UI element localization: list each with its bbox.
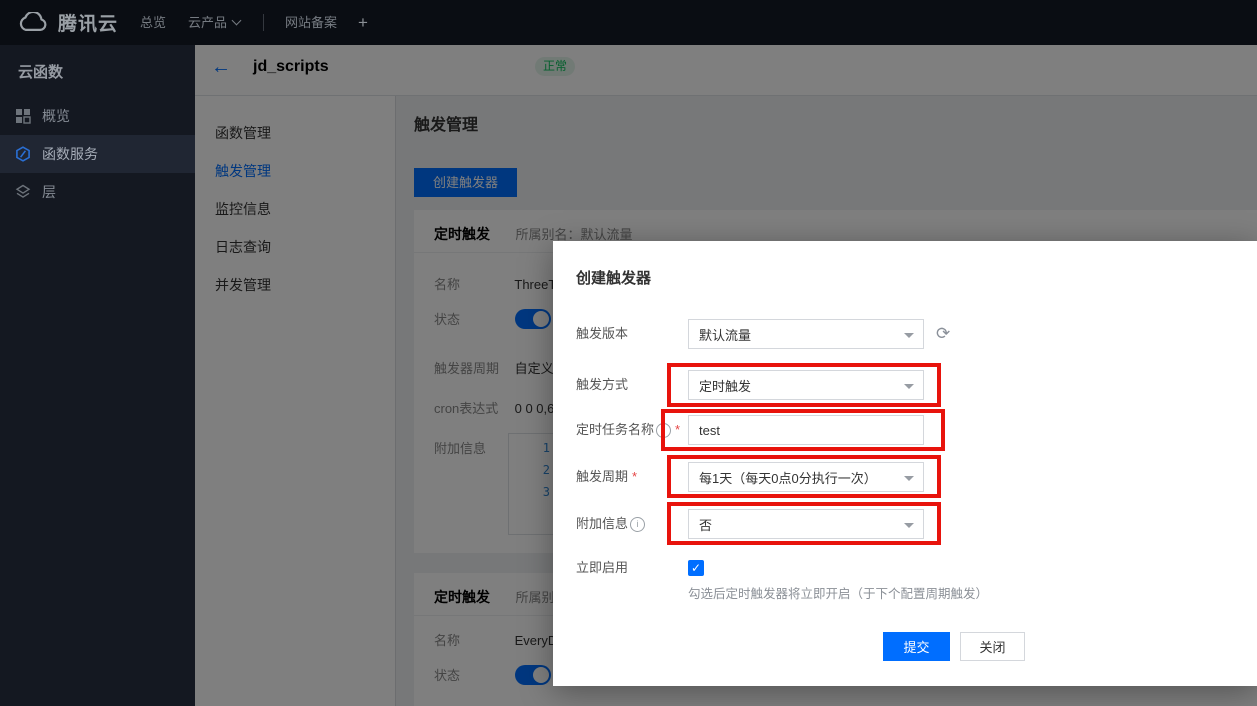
chevron-down-icon bbox=[904, 384, 914, 389]
grid-icon bbox=[15, 108, 31, 124]
info-icon: i bbox=[630, 517, 645, 532]
nav-item-overview[interactable]: 总览 bbox=[140, 0, 166, 45]
trigger-cycle-select[interactable]: 每1天（每天0点0分执行一次） bbox=[688, 462, 924, 492]
sidebar: 云函数 概览 函数服务 层 bbox=[0, 45, 195, 706]
sidebar-item-layers[interactable]: 层 bbox=[0, 173, 195, 211]
enable-hint: 勾选后定时触发器将立即开启（于下个配置周期触发） bbox=[688, 583, 988, 602]
nav-divider bbox=[263, 14, 264, 31]
chevron-down-icon bbox=[904, 333, 914, 338]
app-window: 腾讯云 总览 云产品 网站备案 + 云函数 概览 函数服务 bbox=[0, 0, 1257, 706]
extra-info-select[interactable]: 否 bbox=[688, 509, 924, 539]
required-asterisk: * bbox=[632, 469, 637, 484]
tencent-cloud-logo[interactable]: 腾讯云 bbox=[16, 0, 118, 45]
function-icon bbox=[15, 146, 31, 162]
nav-item-cloud-products[interactable]: 云产品 bbox=[188, 0, 240, 45]
sidebar-item-function-service[interactable]: 函数服务 bbox=[0, 135, 195, 173]
top-navigation-bar: 腾讯云 总览 云产品 网站备案 + bbox=[0, 0, 1257, 45]
cloud-icon bbox=[16, 12, 49, 34]
sidebar-item-label: 层 bbox=[42, 182, 56, 202]
refresh-icon[interactable]: ⟳ bbox=[936, 324, 950, 344]
submit-button[interactable]: 提交 bbox=[883, 632, 950, 661]
version-label: 触发版本 bbox=[576, 319, 628, 349]
sidebar-item-overview[interactable]: 概览 bbox=[0, 97, 195, 135]
brand-name: 腾讯云 bbox=[58, 9, 118, 36]
enable-label: 立即启用 bbox=[576, 553, 628, 583]
create-trigger-modal: 创建触发器 触发版本 默认流量 ⟳ 触发方式 定时触发 定时任务名称i* 触发周… bbox=[553, 241, 1257, 686]
sidebar-item-label: 概览 bbox=[42, 106, 70, 126]
modal-title: 创建触发器 bbox=[576, 267, 651, 288]
enable-checkbox[interactable]: ✓ bbox=[688, 560, 704, 576]
sidebar-item-label: 函数服务 bbox=[42, 144, 98, 164]
nav-item-website-beian[interactable]: 网站备案 bbox=[285, 0, 337, 45]
close-button[interactable]: 关闭 bbox=[960, 632, 1025, 661]
layers-icon bbox=[15, 184, 31, 200]
task-name-input[interactable] bbox=[688, 415, 924, 445]
sidebar-title: 云函数 bbox=[0, 45, 195, 97]
cycle-label: 触发周期* bbox=[576, 462, 637, 492]
info-icon: i bbox=[656, 423, 671, 438]
version-select[interactable]: 默认流量 bbox=[688, 319, 924, 349]
check-icon: ✓ bbox=[691, 561, 701, 575]
chevron-down-icon bbox=[232, 16, 242, 26]
trigger-type-select[interactable]: 定时触发 bbox=[688, 370, 924, 400]
chevron-down-icon bbox=[904, 523, 914, 528]
required-asterisk: * bbox=[675, 422, 680, 437]
task-name-label: 定时任务名称i* bbox=[576, 415, 680, 445]
chevron-down-icon bbox=[904, 476, 914, 481]
extra-info-label: 附加信息i bbox=[576, 509, 645, 539]
type-label: 触发方式 bbox=[576, 370, 628, 400]
nav-add-button[interactable]: + bbox=[358, 0, 368, 45]
